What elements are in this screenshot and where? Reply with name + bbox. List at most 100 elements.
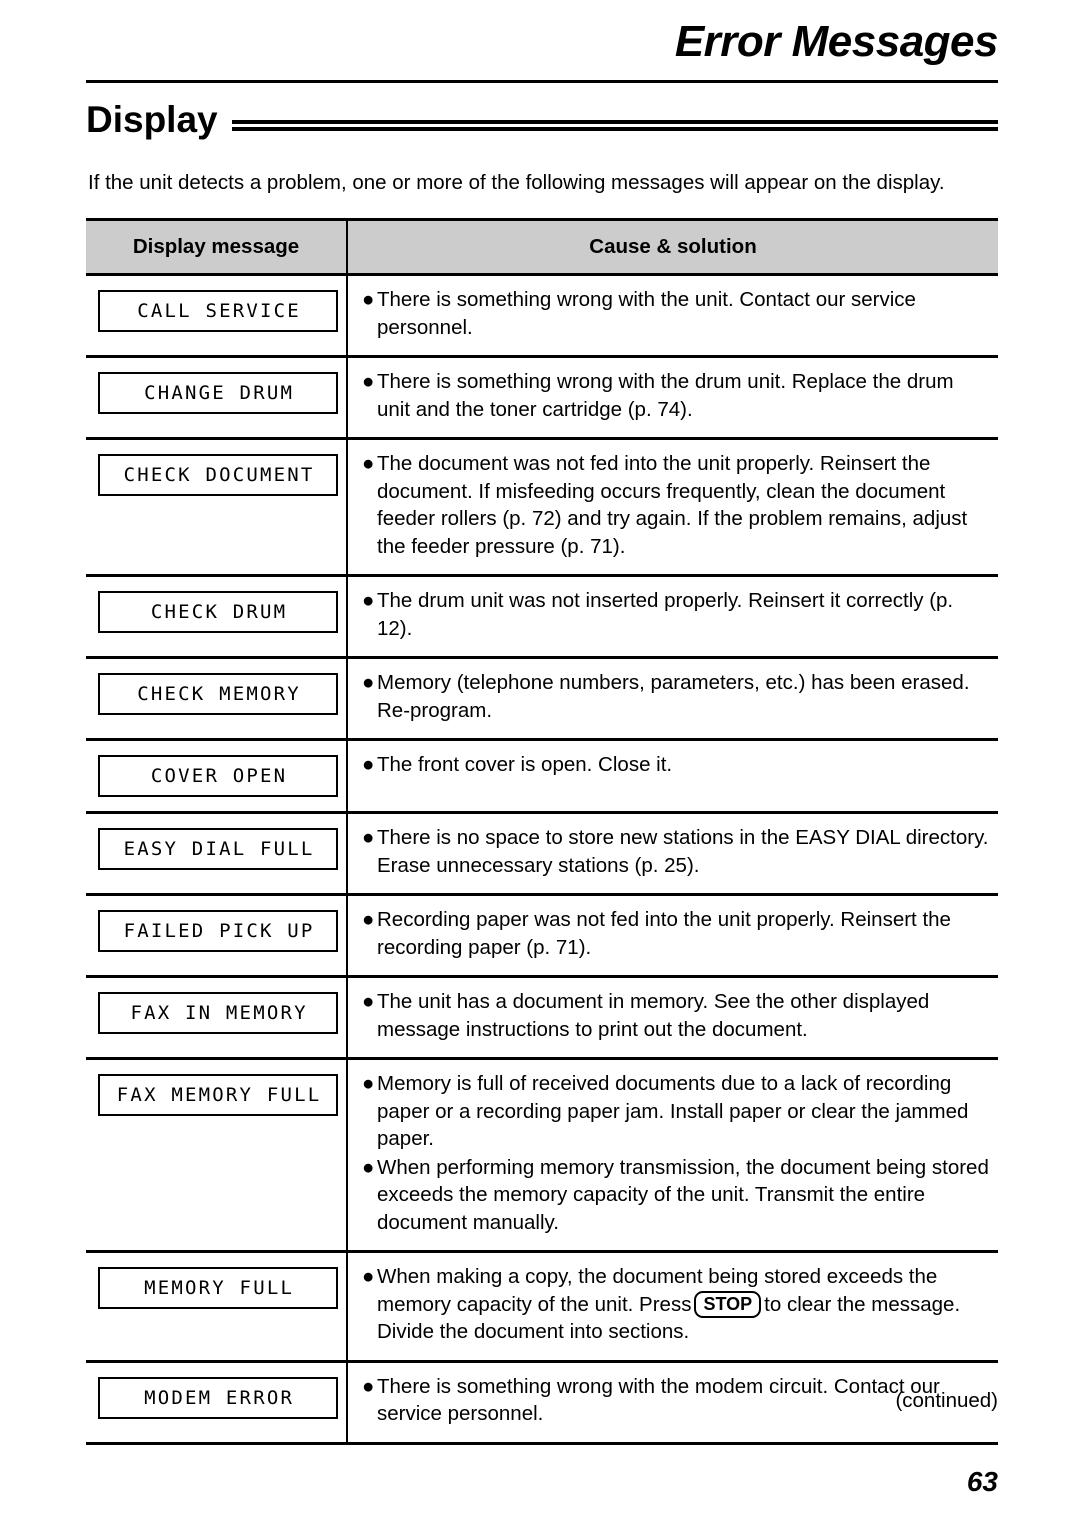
lcd-message-box: MEMORY FULL [98,1267,338,1309]
chapter-title: Error Messages [674,17,999,66]
bullet-icon: ● [362,288,375,311]
section-header-rule [231,120,999,134]
lcd-message-box: COVER OPEN [98,755,338,797]
display-message-cell: CALL SERVICE [86,276,346,355]
cause-solution-cell: ● When making a copy, the document being … [348,1253,998,1360]
table-row: FAILED PICK UP ● Recording paper was not f… [86,896,998,978]
cause-solution-bullet: ● When making a copy, the document being … [362,1263,992,1346]
bullet-icon: ● [362,1374,375,1398]
manual-page: Error Messages Display If the unit detec… [0,0,1080,1526]
display-message-cell: COVER OPEN [86,741,346,811]
lcd-message-text: MEMORY FULL [144,1277,295,1299]
table-body: CALL SERVICE ● There is something wrong wi… [86,276,998,1445]
cause-solution-bullet: ● The unit has a document in memory. See … [362,988,992,1043]
bullet-icon: ● [362,908,375,931]
cause-solution-bullet: ● There is no space to store new stations… [362,824,992,879]
lcd-message-text: FAX IN MEMORY [130,1002,308,1024]
bullet-text: When performing memory transmission, the… [377,1155,989,1234]
lcd-message-box: CHECK MEMORY [98,673,338,715]
bullet-icon: ● [362,370,375,393]
lcd-message-box: MODEM ERROR [98,1376,338,1419]
bullet-icon: ● [362,826,375,849]
lcd-message-text: COVER OPEN [150,765,288,787]
table-row: CALL SERVICE ● There is something wrong wi… [86,276,998,358]
bullet-text: There is something wrong with the modem … [377,1374,940,1426]
cause-solution-bullet: ● When performing memory transmission, th… [362,1154,992,1237]
table-row: MEMORY FULL ● When making a copy, the docu… [86,1253,998,1363]
display-message-cell: EASY DIAL FULL [86,814,346,893]
cause-solution-bullet: ● The front cover is open. Close it. [362,751,992,779]
cause-solution-bullet: ● The drum unit was not inserted properly… [362,587,992,642]
bullet-icon: ● [362,753,375,776]
bullet-text: Memory (telephone numbers, parameters, e… [377,671,970,722]
cause-solution-cell: ● There is no space to store new stations… [348,814,998,893]
table-row: FAX IN MEMORY ● The unit has a document in… [86,978,998,1060]
table-row: EASY DIAL FULL ● There is no space to stor… [86,814,998,896]
lcd-message-box: CALL SERVICE [98,290,338,332]
lcd-message-text: CALL SERVICE [137,300,301,322]
bullet-icon: ● [362,1265,375,1288]
bullet-text: Recording paper was not fed into the uni… [377,908,951,959]
cause-solution-cell: ● The document was not fed into the unit … [348,440,998,574]
table-row: COVER OPEN ● The front cover is open. Clos… [86,741,998,814]
lcd-message-box: EASY DIAL FULL [98,828,338,870]
bullet-text: The front cover is open. Close it. [377,753,673,776]
lcd-message-box: CHANGE DRUM [98,372,338,414]
display-message-cell: CHECK DRUM [86,577,346,656]
chapter-header: Error Messages [86,16,999,68]
bullet-text: There is something wrong with the unit. … [377,288,916,339]
display-message-cell: CHANGE DRUM [86,358,346,437]
cause-solution-bullet: ● There is something wrong with the unit.… [362,286,992,341]
display-message-cell: CHECK MEMORY [86,659,346,738]
column-header-display-message: Display message [132,235,300,258]
lcd-message-box: FAILED PICK UP [98,910,338,952]
display-message-cell: FAX IN MEMORY [86,978,346,1057]
bullet-icon: ● [362,1155,375,1179]
bullet-text: Memory is full of received documents due… [377,1072,969,1150]
bullet-text: The drum unit was not inserted properly.… [377,589,954,640]
display-message-cell: FAILED PICK UP [86,896,346,975]
bullet-text: There is no space to store new stations … [377,826,989,877]
lcd-message-text: CHECK MEMORY [137,683,301,705]
bullet-icon: ● [362,671,375,694]
table-row: CHECK MEMORY ● Memory (telephone numbers, … [86,659,998,741]
lcd-message-text: FAILED PICK UP [123,920,315,942]
cause-solution-cell: ● Memory (telephone numbers, parameters, … [348,659,998,738]
display-message-cell: FAX MEMORY FULL [86,1060,346,1250]
display-message-cell: MODEM ERROR [86,1363,346,1442]
cause-solution-bullet: ● Memory is full of received documents du… [362,1070,992,1153]
section-header: Display [86,95,999,145]
chapter-header-rule [86,80,998,83]
table-row: CHECK DOCUMENT ● The document was not fed … [86,440,998,577]
error-message-table: Display message Cause & solution CALL SE… [86,218,998,1445]
bullet-icon: ● [362,1072,375,1095]
cause-solution-cell: ● Memory is full of received documents du… [348,1060,998,1250]
lcd-message-text: CHECK DOCUMENT [123,464,315,486]
table-row: CHECK DRUM ● The drum unit was not inserte… [86,577,998,659]
lcd-message-text: CHANGE DRUM [144,382,295,404]
bullet-icon: ● [362,589,375,612]
section-title: Display [86,99,218,140]
cause-solution-cell: ● The unit has a document in memory. See … [348,978,998,1057]
column-header-cause-solution: Cause & solution [589,235,757,258]
lcd-message-box: CHECK DOCUMENT [98,454,338,496]
cause-solution-cell: ● There is something wrong with the unit.… [348,276,998,355]
lcd-message-box: FAX IN MEMORY [98,992,338,1034]
table-row: MODEM ERROR ● There is something wrong wit… [86,1362,998,1445]
cause-solution-cell: ● Recording paper was not fed into the un… [348,896,998,975]
cause-solution-cell: ● The drum unit was not inserted properly… [348,577,998,656]
lcd-message-box: FAX MEMORY FULL [98,1074,338,1116]
lcd-message-text: MODEM ERROR [144,1386,295,1409]
table-header-row: Display message Cause & solution [86,218,998,276]
bullet-text: The document was not fed into the unit p… [377,452,968,558]
display-message-cell: MEMORY FULL [86,1253,346,1360]
lcd-message-box: CHECK DRUM [98,591,338,633]
cause-solution-bullet: ● Recording paper was not fed into the un… [362,906,992,961]
bullet-icon: ● [362,452,375,475]
bullet-icon: ● [362,990,375,1013]
cause-solution-bullet: ● Memory (telephone numbers, parameters, … [362,669,992,724]
intro-paragraph: If the unit detects a problem, one or mo… [88,171,945,194]
cause-solution-cell: ● The front cover is open. Close it. [348,741,998,811]
table-row: FAX MEMORY FULL ● Memory is full of receiv… [86,1060,998,1253]
bullet-text: There is something wrong with the drum u… [377,370,954,421]
